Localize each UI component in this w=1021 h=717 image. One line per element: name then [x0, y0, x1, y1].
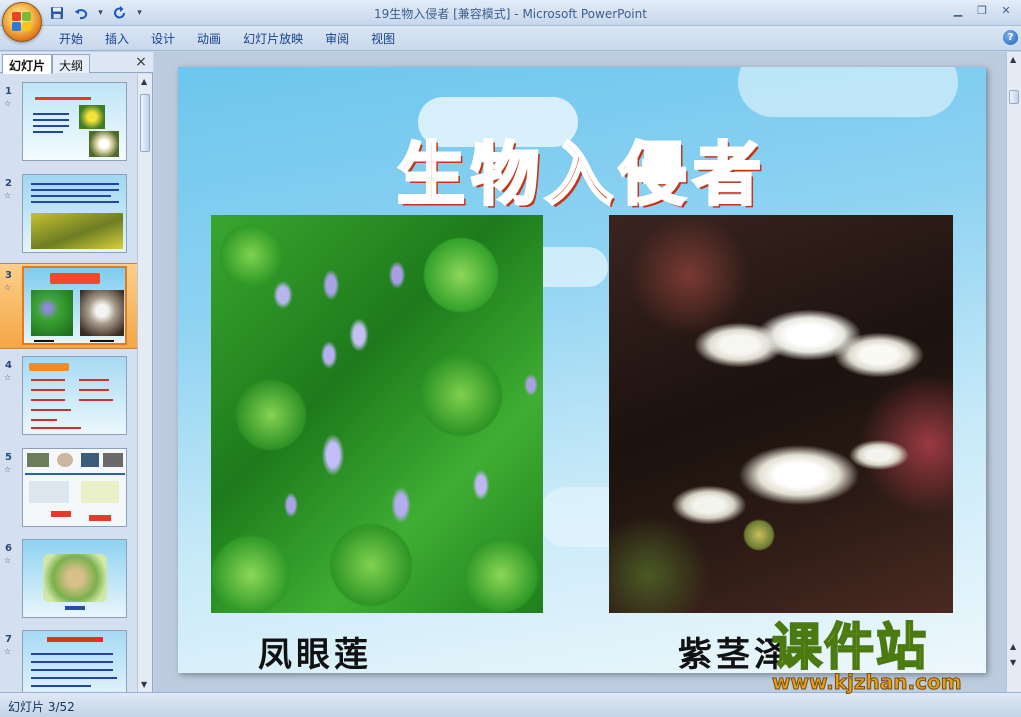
slide-editor: 生物入侵者 凤眼莲 紫茎泽 ▲ ▲ ▼ [154, 52, 1021, 692]
tab-design[interactable]: 设计 [140, 30, 186, 48]
thumbnail-number: 4 [5, 360, 12, 371]
pane-tabs: 幻灯片 大纲 × [0, 52, 153, 74]
animation-star-icon: ☆ [4, 556, 12, 565]
window-title: 19生物入侵者 [兼容模式] - Microsoft PowerPoint [0, 5, 1021, 22]
thumbnail-number: 1 [5, 86, 12, 97]
thumbnail-preview [22, 82, 127, 161]
previous-slide-icon[interactable]: ▲ [1010, 642, 1016, 651]
slide-canvas[interactable]: 生物入侵者 凤眼莲 紫茎泽 [178, 67, 986, 673]
thumbnail-number: 5 [5, 452, 12, 463]
app-name: Microsoft PowerPoint [522, 7, 647, 21]
animation-star-icon: ☆ [4, 191, 12, 200]
next-slide-icon[interactable]: ▼ [1010, 658, 1016, 667]
cloud-decoration [738, 67, 958, 117]
thumbnail-preview [22, 448, 127, 527]
tab-review[interactable]: 审阅 [314, 30, 360, 48]
close-icon: × [135, 54, 147, 70]
maximize-button[interactable]: ❐ [971, 2, 993, 19]
slide-thumbnail-1[interactable]: 1 ☆ [0, 80, 138, 166]
slide-thumbnail-7[interactable]: 7 ☆ [0, 628, 138, 692]
tab-home[interactable]: 开始 [48, 30, 94, 48]
scroll-up-icon[interactable]: ▲ [141, 77, 147, 86]
title-separator: - [510, 7, 523, 21]
window-controls: ▁ ❐ ✕ [947, 2, 1017, 19]
scrollbar-thumb[interactable] [1009, 90, 1019, 104]
animation-star-icon: ☆ [4, 465, 12, 474]
slide-thumbnail-3[interactable]: 3 ☆ [0, 263, 138, 349]
water-hyacinth-photo[interactable] [211, 215, 543, 613]
animation-star-icon: ☆ [4, 647, 12, 656]
close-button[interactable]: ✕ [995, 2, 1017, 19]
thumbnail-number: 6 [5, 543, 12, 554]
slide-title[interactable]: 生物入侵者 [178, 119, 986, 218]
scroll-down-icon[interactable]: ▼ [141, 680, 147, 689]
thumbnail-preview [22, 630, 127, 692]
office-button[interactable] [2, 2, 42, 42]
tab-animations[interactable]: 动画 [186, 30, 232, 48]
thumbnail-scrollbar[interactable]: ▲ ▼ [137, 74, 152, 692]
slides-pane: 幻灯片 大纲 × 1 ☆ 2 ☆ 3 ☆ 4 ☆ 5 ☆ 6 ☆ 7 ☆ ▲ ▼ [0, 52, 153, 692]
thumbnail-number: 2 [5, 178, 12, 189]
tab-insert[interactable]: 插入 [94, 30, 140, 48]
help-button[interactable]: ? [1003, 30, 1018, 45]
animation-star-icon: ☆ [4, 99, 12, 108]
office-logo-icon [12, 12, 32, 32]
status-bar: 幻灯片 3/52 [0, 692, 1021, 717]
title-bar: ▾ ▾ 19生物入侵者 [兼容模式] - Microsoft PowerPoin… [0, 0, 1021, 26]
thumbnail-number: 7 [5, 634, 12, 645]
tab-slideshow[interactable]: 幻灯片放映 [232, 30, 314, 48]
watermark-logo: 课件站 www.kjzhan.com [771, 618, 1000, 694]
pane-close-button[interactable]: × [134, 55, 148, 69]
thumbnail-number: 3 [5, 270, 12, 281]
thumbnail-preview [22, 539, 127, 618]
scrollbar-thumb[interactable] [140, 94, 150, 152]
thumbnail-preview [22, 174, 127, 253]
slide-thumbnail-6[interactable]: 6 ☆ [0, 537, 138, 623]
thumbnail-preview [22, 356, 127, 435]
thumbnail-list: 1 ☆ 2 ☆ 3 ☆ 4 ☆ 5 ☆ 6 ☆ 7 ☆ [0, 74, 138, 692]
ribbon-tabs: 开始 插入 设计 动画 幻灯片放映 审阅 视图 [48, 30, 406, 48]
thumbnail-preview [22, 266, 127, 345]
eupatorium-photo[interactable] [609, 215, 953, 613]
slide-scrollbar[interactable]: ▲ ▲ ▼ [1006, 52, 1021, 692]
watermark-title: 课件站 [771, 618, 928, 676]
document-title: 19生物入侵者 [兼容模式] [374, 7, 511, 21]
help-icon: ? [1007, 32, 1014, 43]
tab-view[interactable]: 视图 [360, 30, 406, 48]
animation-star-icon: ☆ [4, 283, 12, 292]
minimize-icon: ▁ [953, 4, 963, 17]
watermark-url: www.kjzhan.com [772, 670, 963, 694]
scroll-up-icon[interactable]: ▲ [1010, 55, 1016, 64]
restore-icon: ❐ [977, 4, 987, 17]
left-caption[interactable]: 凤眼莲 [258, 627, 372, 673]
slide-thumbnail-2[interactable]: 2 ☆ [0, 172, 138, 258]
slide-thumbnail-4[interactable]: 4 ☆ [0, 354, 138, 440]
animation-star-icon: ☆ [4, 373, 12, 382]
ribbon: 开始 插入 设计 动画 幻灯片放映 审阅 视图 ? [0, 26, 1021, 51]
slide-indicator: 幻灯片 3/52 [8, 700, 75, 714]
minimize-button[interactable]: ▁ [947, 2, 969, 19]
tab-outline[interactable]: 大纲 [52, 54, 91, 73]
close-icon: ✕ [1001, 4, 1011, 17]
tab-slides[interactable]: 幻灯片 [2, 54, 53, 74]
slide-thumbnail-5[interactable]: 5 ☆ [0, 446, 138, 532]
